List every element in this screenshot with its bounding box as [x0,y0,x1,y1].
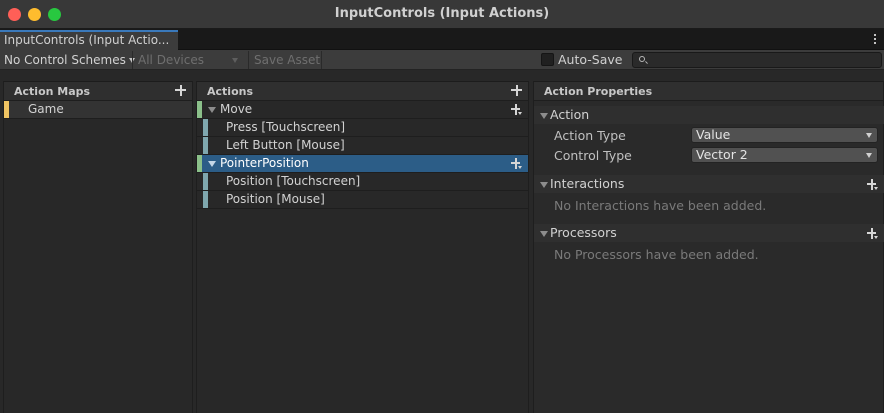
binding-item[interactable]: Left Button [Mouse] [197,137,528,155]
actions-panel: Actions Move Press [Touchscreen] Left Bu… [196,81,529,413]
search-input[interactable] [632,52,882,68]
actions-header: Actions [197,82,528,101]
control-type-dropdown[interactable]: Vector 2 [691,147,878,163]
action-color-stripe [197,155,202,172]
control-type-value: Vector 2 [696,147,748,162]
no-processors-text: No Processors have been added. [554,247,759,262]
devices-dropdown[interactable]: All Devices [132,51,244,69]
action-maps-title: Action Maps [14,85,91,98]
collapse-arrow-icon[interactable] [540,113,548,119]
actions-title: Actions [207,85,253,98]
title-bar: InputControls (Input Actions) [0,0,884,29]
action-map-item-game[interactable]: Game [4,101,192,119]
action-type-label: Action Type [554,128,626,143]
action-properties-header: Action Properties [534,82,883,101]
binding-color-stripe [203,137,208,154]
binding-color-stripe [203,191,208,208]
chevron-down-icon [866,133,872,138]
window-title: InputControls (Input Actions) [334,6,550,21]
auto-save-checkbox[interactable] [541,53,554,66]
add-action-map-button[interactable] [175,85,186,96]
action-type-dropdown[interactable]: Value [691,127,878,143]
tab-strip: InputControls (Input Actio... [0,29,884,50]
processors-section-title: Processors [550,225,617,240]
add-binding-button[interactable] [511,104,522,115]
action-properties-panel: Action Properties Action Action Type Val… [533,81,884,413]
action-label: Move [220,102,253,116]
collapse-arrow-icon[interactable] [540,182,548,188]
action-properties-title: Action Properties [544,85,653,98]
binding-item[interactable]: Press [Touchscreen] [197,119,528,137]
action-section-header[interactable]: Action [538,106,883,124]
expand-arrow-icon[interactable] [208,107,216,113]
binding-label: Position [Touchscreen] [226,174,361,188]
control-scheme-dropdown[interactable]: No Control Schemes [4,51,135,69]
binding-item[interactable]: Position [Touchscreen] [197,173,528,191]
no-interactions-text: No Interactions have been added. [554,198,767,213]
binding-label: Left Button [Mouse] [226,138,345,152]
control-type-label: Control Type [554,148,632,163]
binding-color-stripe [203,119,208,136]
expand-arrow-icon[interactable] [208,161,216,167]
chevron-down-icon [232,58,238,63]
action-section-title: Action [550,107,590,122]
toolbar-spacer [0,71,884,81]
binding-color-stripe [203,173,208,190]
add-interaction-button[interactable] [867,179,878,190]
add-binding-button[interactable] [511,158,522,169]
binding-label: Press [Touchscreen] [226,120,346,134]
toolbar: No Control Schemes All Devices Save Asse… [0,50,884,70]
interactions-section-title: Interactions [550,176,625,191]
collapse-arrow-icon[interactable] [540,231,548,237]
action-color-stripe [197,101,202,118]
binding-item[interactable]: Position [Mouse] [197,191,528,209]
action-maps-header: Action Maps [4,82,192,101]
action-type-value: Value [696,127,731,142]
auto-save-label: Auto-Save [558,52,623,67]
action-map-label: Game [28,102,64,116]
save-asset-button[interactable]: Save Asset [248,51,322,69]
add-action-button[interactable] [511,85,522,96]
action-label: PointerPosition [220,156,309,170]
add-processor-button[interactable] [867,228,878,239]
devices-label: All Devices [138,53,204,67]
interactions-section-header[interactable]: Interactions [538,175,883,193]
action-maps-panel: Action Maps Game [3,81,193,413]
editor-tab[interactable]: InputControls (Input Actio... [0,30,178,50]
action-item-move[interactable]: Move [197,101,528,119]
binding-label: Position [Mouse] [226,192,325,206]
processors-section-header[interactable]: Processors [538,224,883,242]
more-options-icon[interactable] [872,31,878,47]
control-scheme-label: No Control Schemes [4,53,126,67]
search-icon [639,56,645,62]
action-map-color-stripe [4,101,9,118]
chevron-down-icon [866,153,872,158]
action-item-pointerposition[interactable]: PointerPosition [197,155,528,173]
